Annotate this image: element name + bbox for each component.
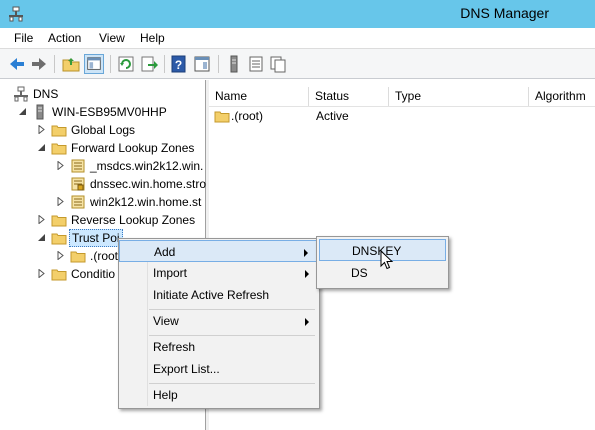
tree-label: Forward Lookup Zones [71,141,195,155]
tree-label: WIN-ESB95MV0HHP [52,105,167,119]
tree-item-reverse-lookup-zones[interactable]: Reverse Lookup Zones [0,211,206,229]
properties-icon[interactable] [192,54,212,74]
expand-icon[interactable] [56,161,65,170]
server-icon [36,104,44,120]
menu-item-label: Help [153,388,178,402]
menu-view[interactable]: View [99,31,125,45]
folder-icon [214,111,230,123]
tree-label: _msdcs.win2k12.win. [90,159,204,173]
tree-item-server[interactable]: WIN-ESB95MV0HHP [0,103,206,121]
context-menu: Add Import Initiate Active Refresh View … [118,238,320,409]
column-header-name[interactable]: Name [209,87,309,107]
menu-item-refresh[interactable]: Refresh [119,336,319,358]
list-item-status: Active [316,109,349,123]
menu-item-add[interactable]: Add [119,240,319,262]
submenu-arrow-icon [305,270,309,278]
tree-label: Global Logs [71,123,136,137]
menu-action[interactable]: Action [48,31,81,45]
zone-icon [71,159,85,173]
submenu-arrow-icon [304,249,308,257]
toolbar-separator [54,55,55,73]
expand-icon[interactable] [56,251,65,260]
collapse-icon[interactable] [18,107,27,116]
expand-icon[interactable] [37,125,46,134]
toolbar-separator [164,55,165,73]
folder-icon [51,233,67,245]
tree-label: Conditio [71,267,116,281]
tree-item-zone-dnssec[interactable]: dnssec.win.home.stro [0,175,206,193]
expand-icon[interactable] [37,269,46,278]
folder-icon [51,143,67,155]
expand-icon[interactable] [37,215,46,224]
folder-icon [70,251,86,263]
help-icon[interactable]: ? [169,54,189,74]
folder-icon [51,215,67,227]
dns-app-icon [9,6,23,22]
toolbar-separator [110,55,111,73]
tree-item-zone-msdcs[interactable]: _msdcs.win2k12.win. [0,157,206,175]
menu-item-initiate-active-refresh[interactable]: Initiate Active Refresh [119,284,319,306]
tree-label: dnssec.win.home.stro [90,177,207,191]
title-bar: DNS Manager [0,0,595,28]
tree-item-forward-lookup-zones[interactable]: Forward Lookup Zones [0,139,206,157]
list-item-name: .(root) [231,109,264,123]
tree-label: Trust Poi [69,229,123,247]
menu-bar: File Action View Help [0,28,595,49]
submenu-arrow-icon [305,318,309,326]
submenu-item-label: DS [351,266,368,280]
menu-item-label: Refresh [153,340,196,354]
column-header-type[interactable]: Type [389,87,529,107]
menu-help[interactable]: Help [140,31,165,45]
window-title: DNS Manager [460,5,549,21]
column-header-status[interactable]: Status [309,87,389,107]
menu-item-view[interactable]: View [119,310,319,332]
list-item[interactable]: .(root) Active [209,107,595,125]
tree-label: DNS [33,87,59,101]
collapse-icon[interactable] [37,143,46,152]
tree-item-zone-win2k12[interactable]: win2k12.win.home.st [0,193,206,211]
menu-item-label: Import [153,266,188,280]
forward-icon[interactable] [29,54,49,74]
menu-file[interactable]: File [14,31,33,45]
list-icon[interactable] [246,54,266,74]
back-icon[interactable] [7,54,27,74]
menu-item-label: Add [154,245,176,259]
tree-label: Reverse Lookup Zones [71,213,196,227]
toolbar: ? [0,49,595,79]
server-icon[interactable] [224,54,244,74]
tree-item-dns[interactable]: DNS [0,85,206,103]
zone-icon [71,177,85,191]
tree-label: .(root [90,249,119,263]
expand-icon[interactable] [56,197,65,206]
folder-icon [51,269,67,281]
menu-item-label: View [153,314,179,328]
tree-label: win2k12.win.home.st [90,195,202,209]
collapse-icon[interactable] [37,233,46,242]
column-header-algorithm[interactable]: Algorithm [529,87,595,107]
up-folder-icon[interactable] [61,54,81,74]
folder-icon [51,125,67,137]
mouse-cursor-icon [380,250,394,270]
show-tree-icon[interactable] [84,54,104,74]
menu-item-label: Initiate Active Refresh [153,288,270,302]
menu-item-help[interactable]: Help [119,384,319,406]
zone-icon [71,195,85,209]
menu-item-import[interactable]: Import [119,262,319,284]
copy-icon[interactable] [268,54,288,74]
menu-item-export-list[interactable]: Export List... [119,358,319,380]
dns-icon [14,86,28,102]
svg-text:?: ? [175,58,182,72]
tree-item-global-logs[interactable]: Global Logs [0,121,206,139]
export-icon[interactable] [139,54,159,74]
refresh-icon[interactable] [116,54,136,74]
toolbar-separator [218,55,219,73]
menu-item-label: Export List... [153,362,220,376]
